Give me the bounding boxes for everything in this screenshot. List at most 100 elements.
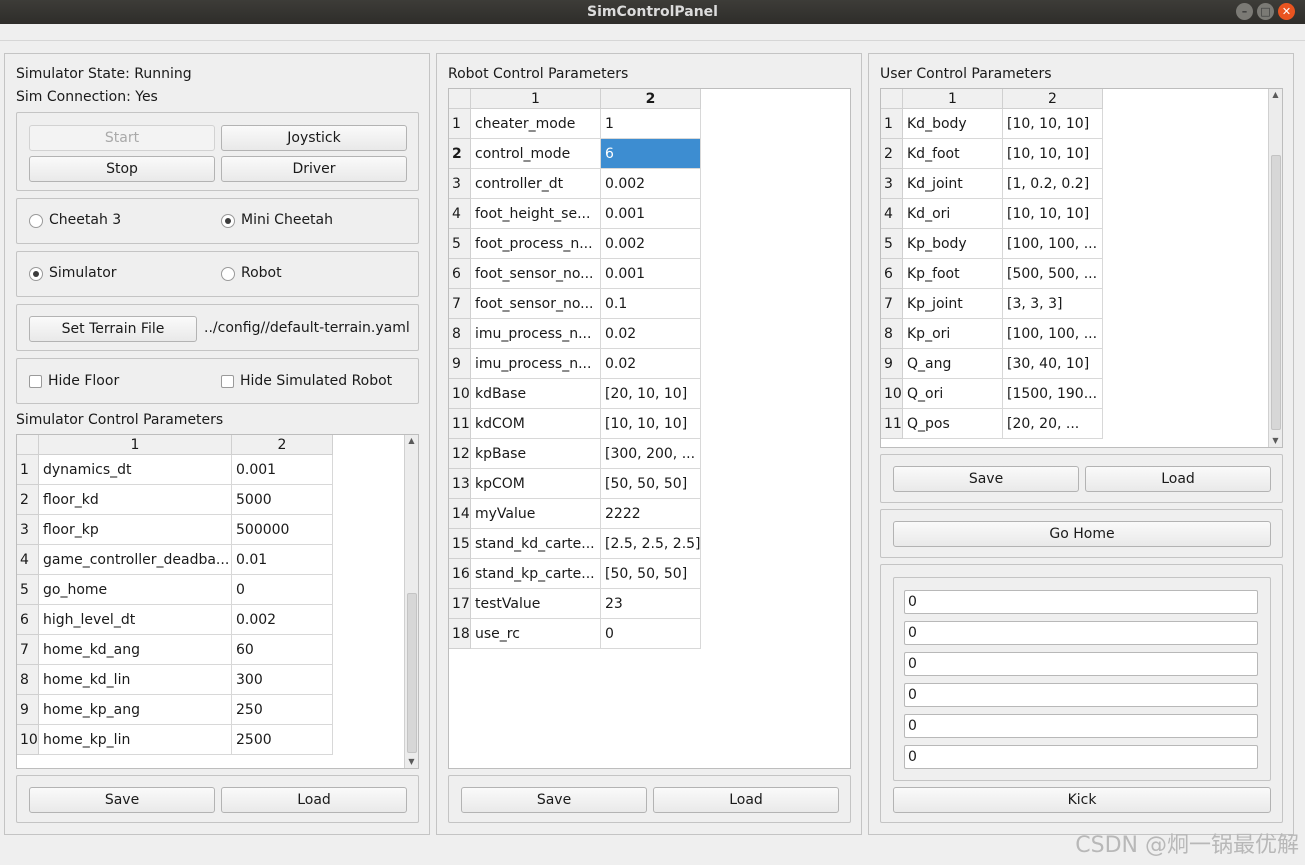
table-row[interactable]: 6 foot_sensor_no... 0.001 <box>449 259 701 289</box>
kick-field[interactable]: 0 <box>904 745 1258 769</box>
row-header[interactable]: 4 <box>17 545 39 575</box>
param-value-cell[interactable]: [500, 500, ... <box>1003 259 1103 289</box>
vertical-scrollbar[interactable]: ▲ ▼ <box>1268 89 1282 447</box>
row-header[interactable]: 3 <box>17 515 39 545</box>
scroll-down-icon[interactable]: ▼ <box>1269 435 1282 447</box>
table-row[interactable]: 10 Q_ori [1500, 190... <box>881 379 1103 409</box>
simulator-label[interactable]: Simulator <box>49 265 117 281</box>
row-header[interactable]: 7 <box>17 635 39 665</box>
load-button[interactable]: Load <box>653 787 839 813</box>
param-value-cell[interactable]: 250 <box>232 695 333 725</box>
kick-field[interactable]: 0 <box>904 590 1258 614</box>
row-header[interactable]: 1 <box>17 455 39 485</box>
param-name-cell[interactable]: foot_sensor_no... <box>471 259 601 289</box>
table-row[interactable]: 4 foot_height_se... 0.001 <box>449 199 701 229</box>
table-row[interactable]: 3 Kd_joint [1, 0.2, 0.2] <box>881 169 1103 199</box>
row-header[interactable]: 8 <box>449 319 471 349</box>
param-name-cell[interactable]: home_kp_lin <box>39 725 232 755</box>
load-button[interactable]: Load <box>1085 466 1271 492</box>
row-header[interactable]: 7 <box>881 289 903 319</box>
row-header[interactable]: 1 <box>881 109 903 139</box>
param-value-cell[interactable]: 0.002 <box>601 229 701 259</box>
table-row[interactable]: 5 Kp_body [100, 100, ... <box>881 229 1103 259</box>
param-name-cell[interactable]: Kp_body <box>903 229 1003 259</box>
param-value-cell[interactable]: [50, 50, 50] <box>601 469 701 499</box>
param-name-cell[interactable]: game_controller_deadba... <box>39 545 232 575</box>
table-row[interactable]: 8 imu_process_n... 0.02 <box>449 319 701 349</box>
param-name-cell[interactable]: floor_kp <box>39 515 232 545</box>
param-value-cell[interactable]: 60 <box>232 635 333 665</box>
param-value-cell[interactable]: [10, 10, 10] <box>1003 199 1103 229</box>
param-value-cell[interactable]: 0.001 <box>601 259 701 289</box>
param-name-cell[interactable]: go_home <box>39 575 232 605</box>
row-header[interactable]: 9 <box>881 349 903 379</box>
row-header[interactable]: 5 <box>881 229 903 259</box>
table-row[interactable]: 5 go_home 0 <box>17 575 333 605</box>
row-header[interactable]: 11 <box>449 409 471 439</box>
row-header[interactable]: 6 <box>881 259 903 289</box>
param-value-cell[interactable]: 300 <box>232 665 333 695</box>
driver-button[interactable]: Driver <box>221 156 407 182</box>
row-header[interactable]: 6 <box>449 259 471 289</box>
start-button[interactable]: Start <box>29 125 215 151</box>
table-row[interactable]: 2 floor_kd 5000 <box>17 485 333 515</box>
table-row[interactable]: 11 kdCOM [10, 10, 10] <box>449 409 701 439</box>
param-name-cell[interactable]: kdCOM <box>471 409 601 439</box>
param-name-cell[interactable]: Q_pos <box>903 409 1003 439</box>
kick-field[interactable]: 0 <box>904 714 1258 738</box>
mini-cheetah-label[interactable]: Mini Cheetah <box>241 212 333 228</box>
cheetah3-radio[interactable] <box>29 214 43 228</box>
save-button[interactable]: Save <box>29 787 215 813</box>
table-row[interactable]: 1 dynamics_dt 0.001 <box>17 455 333 485</box>
param-name-cell[interactable]: imu_process_n... <box>471 349 601 379</box>
table-row[interactable]: 14 myValue 2222 <box>449 499 701 529</box>
table-row[interactable]: 10 kdBase [20, 10, 10] <box>449 379 701 409</box>
save-button[interactable]: Save <box>893 466 1079 492</box>
param-name-cell[interactable]: myValue <box>471 499 601 529</box>
set-terrain-file-button[interactable]: Set Terrain File <box>29 316 197 342</box>
param-name-cell[interactable]: Q_ang <box>903 349 1003 379</box>
vertical-scrollbar[interactable]: ▲ ▼ <box>404 435 418 768</box>
row-header[interactable]: 4 <box>881 199 903 229</box>
table-row[interactable]: 9 home_kp_ang 250 <box>17 695 333 725</box>
maximize-icon[interactable]: □ <box>1257 3 1274 20</box>
param-value-cell[interactable]: 1 <box>601 109 701 139</box>
row-header[interactable]: 3 <box>449 169 471 199</box>
kick-field[interactable]: 0 <box>904 652 1258 676</box>
param-name-cell[interactable]: imu_process_n... <box>471 319 601 349</box>
param-value-cell[interactable]: [3, 3, 3] <box>1003 289 1103 319</box>
param-value-cell[interactable]: 0.02 <box>601 319 701 349</box>
table-row[interactable]: 6 Kp_foot [500, 500, ... <box>881 259 1103 289</box>
param-name-cell[interactable]: use_rc <box>471 619 601 649</box>
param-value-cell[interactable]: 2500 <box>232 725 333 755</box>
param-name-cell[interactable]: testValue <box>471 589 601 619</box>
table-row[interactable]: 11 Q_pos [20, 20, ... <box>881 409 1103 439</box>
table-row[interactable]: 15 stand_kd_carte... [2.5, 2.5, 2.5] <box>449 529 701 559</box>
mini-cheetah-radio[interactable] <box>221 214 235 228</box>
scroll-down-icon[interactable]: ▼ <box>405 756 418 768</box>
column-header[interactable]: 1 <box>39 435 232 455</box>
param-value-cell[interactable]: 0.002 <box>601 169 701 199</box>
hide-robot-checkbox[interactable] <box>221 375 234 388</box>
robot-radio[interactable] <box>221 267 235 281</box>
param-value-cell[interactable]: 0 <box>232 575 333 605</box>
param-value-cell[interactable]: 23 <box>601 589 701 619</box>
param-value-cell[interactable]: 0.02 <box>601 349 701 379</box>
sim-params-table[interactable]: 1 2 ▲ ▼ 1 dynamics_dt 0.001 2 floor_kd 5000 3 f… <box>16 434 419 769</box>
row-header[interactable]: 10 <box>449 379 471 409</box>
kick-field[interactable]: 0 <box>904 621 1258 645</box>
param-name-cell[interactable]: control_mode <box>471 139 601 169</box>
param-name-cell[interactable]: Kd_joint <box>903 169 1003 199</box>
table-row[interactable]: 4 Kd_ori [10, 10, 10] <box>881 199 1103 229</box>
table-row[interactable]: 7 Kp_joint [3, 3, 3] <box>881 289 1103 319</box>
row-header[interactable]: 2 <box>449 139 471 169</box>
table-row[interactable]: 13 kpCOM [50, 50, 50] <box>449 469 701 499</box>
param-name-cell[interactable]: home_kd_ang <box>39 635 232 665</box>
table-row[interactable]: 7 foot_sensor_no... 0.1 <box>449 289 701 319</box>
param-name-cell[interactable]: foot_process_n... <box>471 229 601 259</box>
param-value-cell[interactable]: [100, 100, ... <box>1003 319 1103 349</box>
param-value-cell[interactable]: 0.002 <box>232 605 333 635</box>
row-header[interactable]: 13 <box>449 469 471 499</box>
row-header[interactable]: 9 <box>17 695 39 725</box>
row-header[interactable]: 7 <box>449 289 471 319</box>
